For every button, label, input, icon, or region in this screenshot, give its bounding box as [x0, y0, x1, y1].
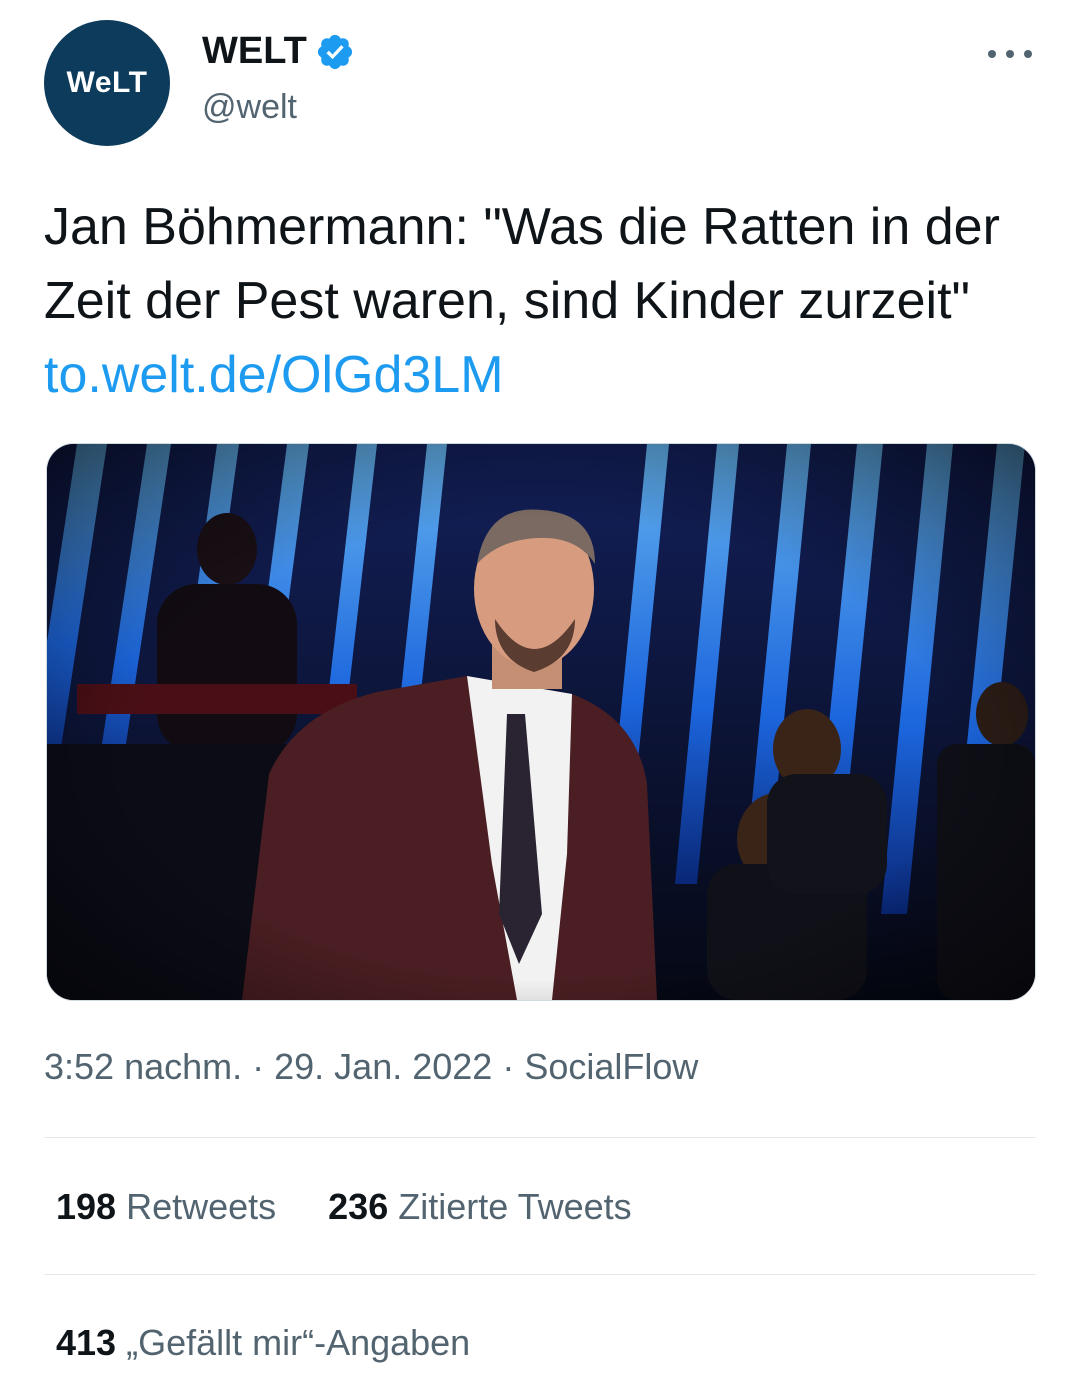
retweets-label: Retweets — [126, 1186, 277, 1227]
quote-tweets-stat[interactable]: 236 Zitierte Tweets — [328, 1186, 632, 1228]
likes-count: 413 — [56, 1322, 117, 1363]
tweet-media-image[interactable] — [46, 443, 1036, 1001]
tweet-meta: 3:52 nachm. · 29. Jan. 2022 · SocialFlow — [44, 1046, 698, 1088]
likes-label: „Gefällt mir“-Angaben — [126, 1322, 471, 1363]
dot — [988, 50, 996, 58]
more-options-icon[interactable] — [988, 36, 1032, 72]
retweets-stat[interactable]: 198 Retweets — [56, 1186, 276, 1228]
verified-badge-icon — [317, 34, 352, 69]
quote-tweets-label: Zitierte Tweets — [398, 1186, 632, 1227]
tweet-link[interactable]: to.welt.de/OlGd3LM — [44, 346, 504, 404]
author-display-name[interactable]: WELT — [202, 30, 307, 73]
avatar-logo-text: WeLT — [66, 66, 148, 99]
stats-row: 198 Retweets 236 Zitierte Tweets — [56, 1186, 632, 1228]
retweets-count: 198 — [56, 1186, 117, 1227]
divider — [44, 1274, 1036, 1275]
tweet-date[interactable]: 29. Jan. 2022 — [274, 1046, 492, 1087]
dot — [1024, 50, 1032, 58]
tweet-text: Jan Böhmermann: "Was die Ratten in der Z… — [44, 190, 1044, 412]
meta-separator: · — [492, 1046, 525, 1087]
meta-separator: · — [242, 1046, 275, 1087]
tweet-body: Jan Böhmermann: "Was die Ratten in der Z… — [44, 198, 1000, 330]
quote-tweets-count: 236 — [328, 1186, 389, 1227]
divider — [44, 1137, 1036, 1138]
author-name-row[interactable]: WELT — [202, 30, 355, 73]
avatar[interactable]: WeLT — [44, 20, 170, 146]
likes-stat[interactable]: 413 „Gefällt mir“-Angaben — [56, 1322, 470, 1364]
author-handle[interactable]: @welt — [202, 88, 297, 127]
dot — [1006, 50, 1014, 58]
tweet-source: SocialFlow — [524, 1046, 699, 1087]
tweet-time[interactable]: 3:52 nachm. — [44, 1046, 242, 1087]
stage-photo — [47, 444, 1035, 1000]
